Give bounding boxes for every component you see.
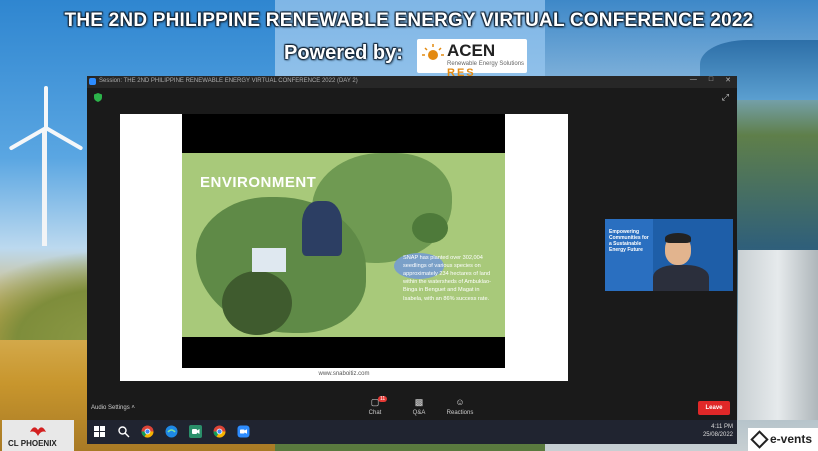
e-vents-logo: e-vents (748, 428, 818, 451)
qa-icon: ▩ (414, 397, 424, 407)
clock-time: 4:11 PM (711, 424, 733, 430)
speaker-slide-title: Empowering Communities for a Sustainable… (609, 229, 649, 253)
slide-photo-banner (252, 248, 286, 272)
zoom-taskbar-icon[interactable] (189, 425, 202, 438)
clock-date: 25/08/2022 (702, 432, 733, 439)
chat-button[interactable]: ▢ 11 Chat (357, 396, 393, 416)
system-clock[interactable]: 4:11 PM 25/08/2022 (703, 423, 733, 440)
leave-button[interactable]: Leave (698, 401, 730, 415)
close-icon[interactable]: ✕ (725, 76, 731, 84)
reactions-button[interactable]: ☺ Reactions (442, 397, 478, 417)
windows-taskbar: 4:11 PM 25/08/2022 (87, 420, 737, 444)
slide-photo (302, 201, 342, 256)
sun-logo-icon (422, 44, 444, 60)
presentation-slide: ENVIRONMENT SNAP has planted over 302,00… (182, 153, 505, 337)
speaker-video-tile[interactable]: Empowering Communities for a Sustainable… (605, 219, 733, 291)
reactions-icon: ☺ (455, 397, 465, 407)
chat-badge: 11 (378, 396, 388, 402)
qa-button[interactable]: ▩ Q&A (401, 397, 437, 417)
zoom-app-icon (89, 78, 96, 85)
slide-body-text: SNAP has planted over 302,004 seedlings … (403, 255, 491, 302)
slide-heading: ENVIRONMENT (200, 174, 317, 191)
edge-icon[interactable] (165, 425, 178, 438)
sponsor-tagline: Renewable Energy Solutions (447, 61, 525, 67)
search-icon[interactable] (117, 425, 130, 438)
slide-url: www.snaboitiz.com (318, 371, 370, 377)
e-vents-mark-icon (750, 430, 769, 449)
chrome-icon[interactable] (213, 425, 226, 438)
speaker-body (653, 265, 709, 291)
cl-phoenix-logo: CL PHOENIX (2, 420, 74, 451)
security-shield-icon[interactable] (94, 93, 102, 102)
conference-title: THE 2ND PHILIPPINE RENEWABLE ENERGY VIRT… (64, 10, 754, 31)
speaker-slide-panel: Empowering Communities for a Sustainable… (605, 219, 653, 291)
powered-by-label: Powered by: (284, 42, 403, 64)
audio-settings-button[interactable]: Audio Settings ˄ (91, 405, 135, 411)
minimize-icon[interactable]: — (690, 76, 697, 84)
backdrop-dam (738, 250, 818, 420)
meeting-toolbar: Audio Settings ˄ ▢ 11 Chat ▩ Q&A ☺ React… (87, 396, 737, 420)
fullscreen-icon[interactable]: ⤢ (722, 92, 729, 103)
windows-start-icon[interactable] (93, 425, 106, 438)
maximize-icon[interactable]: □ (709, 76, 713, 84)
window-title: Session: THE 2ND PHILIPPINE RENEWABLE EN… (99, 78, 358, 84)
zoom-meeting-window: Session: THE 2ND PHILIPPINE RENEWABLE EN… (87, 76, 737, 420)
phoenix-icon (30, 427, 46, 436)
zoom-app-taskbar-icon[interactable] (237, 425, 250, 438)
screen-share-area: ENVIRONMENT SNAP has planted over 302,00… (120, 114, 568, 381)
wind-turbine-image (8, 86, 98, 248)
chrome-icon[interactable] (141, 425, 154, 438)
window-titlebar: Session: THE 2ND PHILIPPINE RENEWABLE EN… (87, 76, 737, 88)
acen-sponsor-logo: ACEN RES Renewable Energy Solutions (417, 39, 527, 79)
